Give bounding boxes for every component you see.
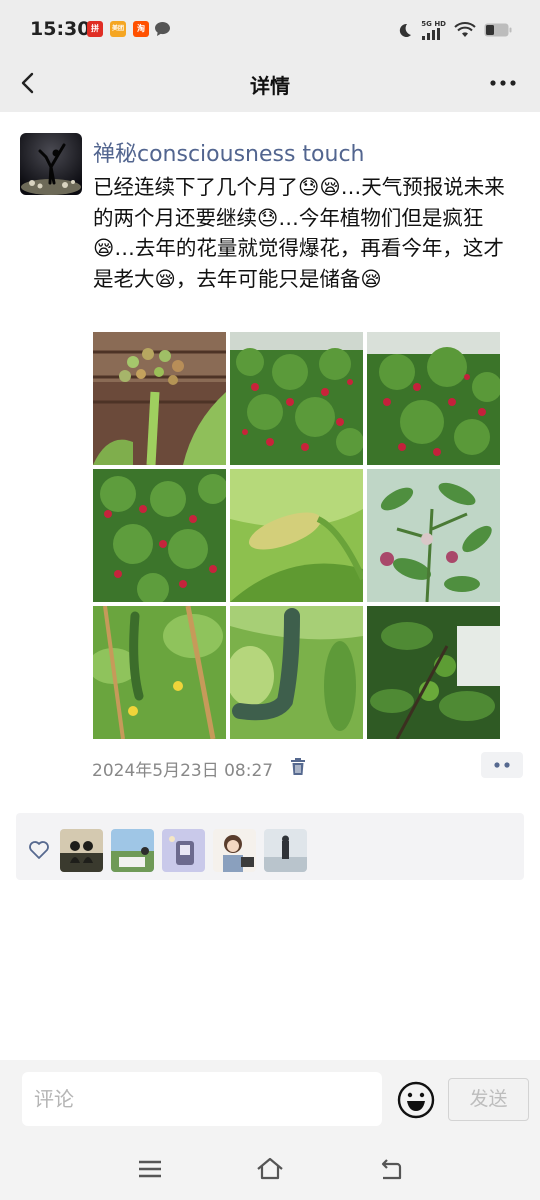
system-navigation-bar [0,1140,540,1200]
nav-bar: 详情 [0,60,540,112]
author-avatar[interactable] [20,133,82,195]
status-time: 15:30 [30,18,91,40]
photo-cucumber-vine[interactable] [93,606,226,739]
liker-avatar-1[interactable] [60,829,103,872]
heart-outline-icon [29,841,49,859]
author-username[interactable]: 禅秘consciousness touch [93,136,365,168]
more-options-icon[interactable] [488,68,518,98]
meituan-app-icon: 美团 [110,21,126,37]
liker-avatar-5[interactable] [264,829,307,872]
trash-icon[interactable] [289,757,307,776]
photo-red-flowering-shrub-1[interactable] [230,332,363,465]
smiley-emoji-icon[interactable] [396,1080,436,1120]
photo-green-citrus[interactable] [367,606,500,739]
photo-green-bud[interactable] [230,469,363,602]
two-dots-icon [494,762,510,768]
photo-berry-plant[interactable] [367,469,500,602]
liker-avatar-3[interactable] [162,829,205,872]
page-title: 详情 [250,74,290,98]
photo-flower-buds[interactable] [93,332,226,465]
taobao-app-icon: 淘 [133,21,149,37]
signal-bars-icon [422,28,441,40]
likes-panel [16,813,524,880]
post-timestamp: 2024年5月23日 08:27 [92,761,274,781]
status-bar: 15:30 拼 美团 淘 5G HD [0,0,540,60]
battery-icon [484,23,512,37]
photo-red-flowering-shrub-3[interactable] [93,469,226,602]
message-bubble-icon [155,22,170,36]
network-type-label: 5G HD [421,20,446,28]
status-indicators: 5G HD [397,18,512,42]
cellular-signal-icon: 5G HD [421,20,446,40]
back-navigation-icon[interactable] [375,1154,405,1184]
menu-icon[interactable] [135,1154,165,1184]
pinduoduo-app-icon: 拼 [87,21,103,37]
send-button[interactable]: 发送 [448,1078,529,1121]
do-not-disturb-moon-icon [400,23,412,37]
wifi-icon [454,22,476,37]
post-text: 已经连续下了几个月了😓😪…天气预报说未来的两个月还要继续😓…今年植物们但是疯狂😪… [93,175,505,291]
photo-dark-cucumber[interactable] [230,606,363,739]
comment-bar: 发送 [0,1060,540,1140]
photo-red-flowering-shrub-2[interactable] [367,332,500,465]
comment-input[interactable] [22,1072,382,1126]
photo-grid [93,332,501,739]
post-action-button[interactable] [481,752,523,778]
liker-avatar-2[interactable] [111,829,154,872]
liker-avatar-4[interactable] [213,829,256,872]
home-icon[interactable] [255,1154,285,1184]
